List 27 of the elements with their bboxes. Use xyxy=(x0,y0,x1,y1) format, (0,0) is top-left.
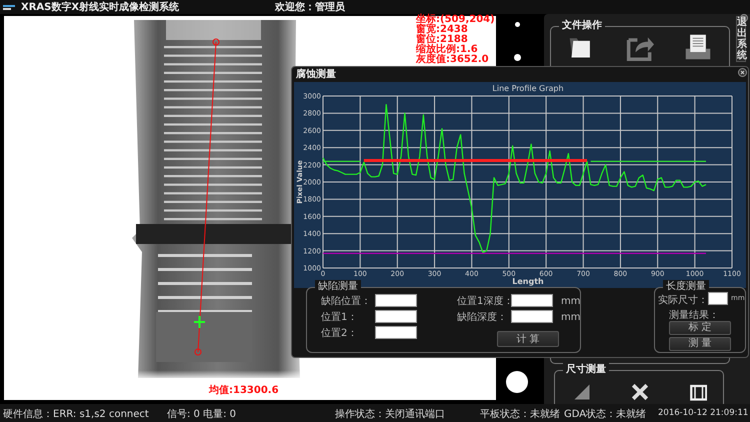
unit-label: mm xyxy=(561,311,580,325)
info-text: 缩放比例:1.6 xyxy=(416,45,478,55)
field-label: 位置2： xyxy=(321,326,358,341)
unit-label: mm xyxy=(561,295,580,309)
status-text: 硬件信息：ERR: s1,s2 connect xyxy=(3,408,149,422)
status-text: 2016-10-12 21:09:11 xyxy=(658,407,748,420)
dialog-title: 腐蚀测量 xyxy=(295,69,336,81)
field-label: 缺陷深度： xyxy=(457,310,507,325)
chart-title: Line Profile Graph xyxy=(492,84,564,93)
field-label: 位置1深度： xyxy=(457,294,514,309)
mean-value-text: 均值:13300.6 xyxy=(209,386,279,396)
group-title: 文件操作 xyxy=(559,19,605,33)
info-text: 坐标:(509,204) xyxy=(416,15,495,25)
status-text: 信号: 0 电量: 0 xyxy=(167,408,236,422)
window-title: XRAS数字X射线实时成像检测系统 xyxy=(21,0,180,14)
info-text: 窗宽:2438 xyxy=(416,25,468,35)
welcome-text: 欢迎您：管理员 xyxy=(275,0,346,14)
field-label: 缺陷位置： xyxy=(321,294,371,309)
info-text: 灰度值:3652.0 xyxy=(416,55,490,65)
status-text: 操作状态：关闭通讯端口 xyxy=(335,408,445,422)
field-label: 位置1： xyxy=(321,310,358,325)
field-label: 实际尺寸： xyxy=(658,294,708,308)
field-label: 测量结果： xyxy=(669,308,719,322)
status-text: 平板状态：未就绪 xyxy=(480,408,560,422)
axis-label: Length xyxy=(512,277,544,286)
info-text: 窗位:2188 xyxy=(416,35,468,45)
status-text: GDA状态：未就绪 xyxy=(564,408,646,422)
